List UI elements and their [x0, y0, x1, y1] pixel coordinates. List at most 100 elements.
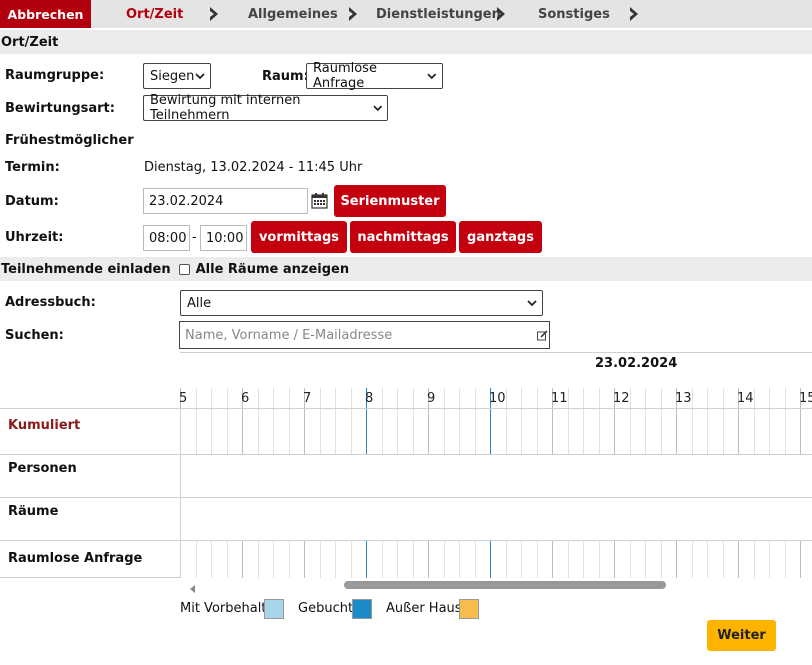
section-header-teilnehmende: Teilnehmende einladen Alle Räume anzeige…	[0, 257, 812, 281]
raum-label: Raum:	[262, 69, 309, 84]
grid-tick	[707, 408, 708, 454]
grid-tick	[583, 408, 584, 454]
grid-tick	[614, 540, 615, 578]
hour-label: 11	[551, 391, 568, 406]
grid-tick	[660, 388, 662, 408]
alle-raeume-label[interactable]: Alle Räume anzeigen	[196, 262, 350, 277]
serienmuster-button[interactable]: Serienmuster	[334, 185, 446, 217]
grid-tick	[242, 540, 243, 578]
datum-input[interactable]: 23.02.2024	[143, 188, 308, 214]
grid-tick	[614, 408, 615, 454]
vormittags-button[interactable]: vormittags	[251, 221, 347, 253]
grid-tick	[784, 408, 786, 454]
horizontal-scrollbar-thumb[interactable]	[344, 581, 666, 589]
grid-tick	[707, 540, 708, 578]
grid-tick	[288, 540, 290, 578]
ganztags-button[interactable]: ganztags	[459, 221, 542, 253]
grid-tick	[288, 388, 290, 408]
adressbuch-select[interactable]: Alle	[180, 290, 543, 316]
grid-tick	[304, 540, 305, 578]
grid-tick	[211, 388, 212, 408]
time-from-value: 08:00	[149, 230, 187, 246]
grid-tick	[381, 388, 383, 408]
grid-tick	[722, 408, 724, 454]
alle-raeume-checkbox[interactable]	[178, 263, 190, 275]
row-label-raumlose: Raumlose Anfrage	[8, 551, 143, 566]
grid-tick	[567, 408, 569, 454]
row-separator	[180, 408, 812, 409]
step-allgemeines[interactable]: Allgemeines	[248, 0, 338, 28]
chevron-down-icon	[427, 73, 437, 80]
bewirtung-label: Bewirtungsart:	[5, 101, 115, 116]
grid-tick	[273, 388, 274, 408]
grid-tick	[226, 408, 228, 454]
hour-label: 8	[365, 391, 374, 406]
grid-tick	[598, 540, 600, 578]
grid-tick	[195, 540, 197, 578]
grid-tick	[257, 408, 259, 454]
time-to-input[interactable]: 10:00	[200, 225, 247, 251]
selection-marker	[366, 540, 367, 578]
grid-tick	[397, 408, 398, 454]
grid-tick	[738, 408, 739, 454]
raum-select[interactable]: Raumlose Anfrage	[306, 61, 443, 91]
grid-tick	[521, 540, 522, 578]
grid-tick	[800, 540, 801, 578]
step-ortzeit[interactable]: Ort/Zeit	[126, 0, 183, 28]
grid-tick	[676, 540, 677, 578]
fruehest-heading: Frühestmöglicher	[5, 133, 134, 148]
grid-tick	[784, 388, 786, 408]
nachmittags-button[interactable]: nachmittags	[350, 221, 456, 253]
row-separator	[0, 577, 181, 578]
grid-tick	[381, 540, 383, 578]
weiter-button[interactable]: Weiter	[707, 620, 776, 651]
grid-tick	[769, 540, 770, 578]
row-separator	[180, 540, 812, 541]
grid-tick	[474, 408, 476, 454]
grid-tick	[552, 408, 553, 454]
grid-tick	[769, 408, 770, 454]
grid-tick	[645, 408, 646, 454]
row-separator	[0, 408, 181, 409]
row-separator	[180, 454, 812, 455]
hour-label: 12	[613, 391, 630, 406]
grid-tick	[660, 408, 662, 454]
grid-tick	[226, 540, 228, 578]
grid-tick	[397, 540, 398, 578]
scroll-left-icon[interactable]	[190, 582, 196, 597]
row-separator	[180, 497, 812, 498]
grid-tick	[784, 540, 786, 578]
cancel-button[interactable]: Abbrechen	[0, 0, 91, 28]
bewirtung-select[interactable]: Bewirtung mit internen Teilnehmern	[143, 93, 388, 123]
step-sonstiges[interactable]: Sonstiges	[538, 0, 610, 28]
hour-label: 14	[737, 391, 754, 406]
legend-vorbehalt-swatch	[264, 599, 284, 619]
hour-label: 7	[303, 391, 312, 406]
grid-tick	[536, 540, 538, 578]
legend-gebucht-swatch	[352, 599, 372, 619]
legend-gebucht-label: Gebucht	[298, 601, 354, 616]
time-to-value: 10:00	[206, 230, 244, 246]
grid-tick	[319, 408, 321, 454]
grid-tick	[319, 388, 321, 408]
raumgruppe-select[interactable]: Siegen	[143, 63, 211, 89]
grid-tick	[195, 408, 197, 454]
grid-tick	[257, 540, 259, 578]
grid-tick	[443, 540, 445, 578]
suchen-input[interactable]: Name, Vorname / E-Mailadresse	[179, 321, 550, 349]
step-dienstleistungen[interactable]: Dienstleistungen	[376, 0, 501, 28]
grid-tick	[583, 388, 584, 408]
grid-tick	[288, 408, 290, 454]
grid-tick	[257, 388, 259, 408]
time-from-input[interactable]: 08:00	[143, 225, 190, 251]
grid-tick	[412, 388, 414, 408]
edit-icon[interactable]	[537, 330, 548, 345]
raum-value: Raumlose Anfrage	[313, 61, 377, 91]
row-separator	[0, 497, 181, 498]
grid-tick	[598, 388, 600, 408]
grid-tick	[567, 388, 569, 408]
adressbuch-value: Alle	[187, 295, 212, 311]
section-header-ortzeit: Ort/Zeit	[0, 30, 812, 54]
grid-tick	[769, 388, 770, 408]
calendar-icon[interactable]	[311, 192, 328, 213]
